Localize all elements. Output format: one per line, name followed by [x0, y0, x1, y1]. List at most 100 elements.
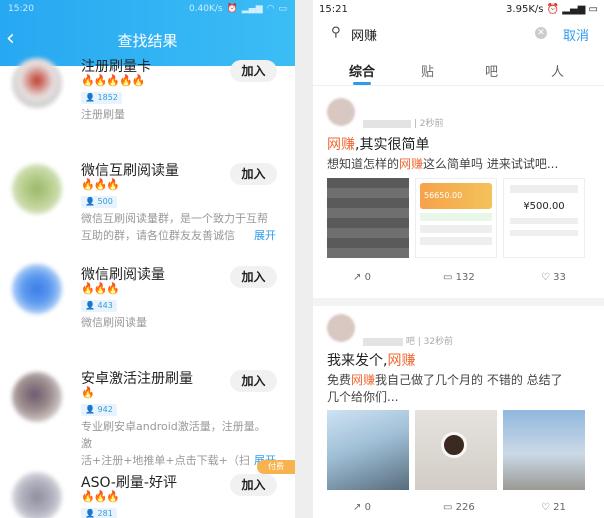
status-bar: 15:20 0.40K/s ⏰ ▂▄▆ ◠ ▭ [0, 0, 295, 18]
post-title[interactable]: 我来发个,网赚 [327, 350, 415, 370]
share-button[interactable]: ↗ 0 [353, 502, 371, 513]
post-meta: 吧 | 32秒前 [363, 334, 453, 347]
join-button[interactable]: 加入 [230, 266, 277, 288]
payment-amount: ¥500.00 [523, 201, 565, 212]
status-time: 15:20 [8, 4, 34, 14]
image-row [510, 230, 578, 236]
comment-button[interactable]: ▭ 132 [443, 272, 475, 283]
join-button[interactable]: 加入 [230, 370, 277, 392]
post-actions: ↗ 0 ▭ 226 ♡ 21 [313, 502, 604, 518]
active-tab-indicator [353, 82, 371, 85]
group-name: 安卓激活注册刷量 [81, 371, 193, 387]
group-item[interactable]: 注册刷量卡 🔥🔥🔥🔥🔥 👤 1852 注册刷量 加入 [0, 56, 295, 136]
tab-forums[interactable]: 吧 [485, 61, 498, 80]
group-desc: 微信互刷阅读量群，是一个致力于互帮 互助的群，请各位群友友善诚信 展开 [81, 210, 276, 244]
cancel-button[interactable]: 取消 [563, 25, 589, 44]
group-name: 注册刷量卡 [81, 59, 151, 75]
network-speed: 0.40K/s [188, 4, 223, 14]
comment-count: 226 [455, 502, 475, 513]
member-count-badge: 👤 281 [81, 508, 117, 518]
screen-divider [295, 0, 313, 518]
alarm-icon: ⏰ [226, 4, 238, 14]
balance-card: 56650.00 [420, 183, 492, 209]
group-avatar [12, 472, 62, 518]
rating-flames: 🔥🔥🔥 [81, 282, 120, 295]
back-icon[interactable]: ‹ [6, 26, 15, 51]
group-desc-line: 互助的群，请各位群友友善诚信 [81, 229, 235, 242]
left-phone-screen: 15:20 0.40K/s ⏰ ▂▄▆ ◠ ▭ ‹ 查找结果 注册刷量卡 🔥🔥🔥… [0, 0, 295, 518]
signal-icon: ▂▄▆ [241, 4, 263, 14]
group-desc-row: 活+注册+地推单+点击下载+（扫 展开 [81, 452, 276, 469]
post-actions: ↗ 0 ▭ 132 ♡ 33 [313, 272, 604, 292]
clear-icon[interactable]: ✕ [535, 27, 547, 39]
right-phone-screen: 15:21 3.95K/s ⏰ ▂▄▆ ▭ ⚲ 网赚 ✕ 取消 综合 贴 吧 人 [313, 0, 604, 518]
post-image-mosaic[interactable] [327, 178, 409, 258]
image-row [420, 225, 492, 233]
post-text: 免费 [327, 373, 352, 387]
signal-icon: ▂▄▆ [562, 3, 586, 15]
member-count: 281 [97, 509, 113, 518]
post-title[interactable]: 网赚,其实很简单 [327, 134, 429, 154]
tab-comprehensive[interactable]: 综合 [349, 61, 375, 80]
post-image-photo[interactable] [503, 410, 585, 490]
group-name: 微信互刷阅读量 [81, 163, 179, 179]
battery-icon: ▭ [278, 4, 287, 14]
group-item[interactable]: ASO-刷量-好评 🔥🔥🔥 👤 281 加入 [0, 472, 295, 518]
post-image-screenshot[interactable]: 56650.00 [415, 178, 497, 258]
member-count-badge: 👤 1852 [81, 92, 122, 104]
member-count-badge: 👤 443 [81, 300, 117, 312]
tab-people[interactable]: 人 [551, 61, 564, 80]
network-speed: 3.95K/s [506, 3, 544, 15]
keyword-highlight: 网赚 [327, 137, 355, 153]
screenshot-root: 15:20 0.40K/s ⏰ ▂▄▆ ◠ ▭ ‹ 查找结果 注册刷量卡 🔥🔥🔥… [0, 0, 604, 518]
post-title-text: 我来发个, [327, 353, 388, 369]
comment-button[interactable]: ▭ 226 [443, 502, 475, 513]
member-count: 500 [97, 197, 113, 206]
like-button[interactable]: ♡ 21 [541, 502, 566, 513]
group-desc-row: 互助的群，请各位群友友善诚信 展开 [81, 227, 276, 244]
search-input[interactable]: 网赚 [351, 25, 377, 44]
like-count: 33 [553, 272, 566, 283]
member-count: 942 [97, 405, 113, 414]
like-icon: ♡ [541, 502, 550, 513]
post-item[interactable]: | 2秒前 网赚,其实很简单 想知道怎样的网赚这么简单吗 进来试试吧... 56… [313, 92, 604, 300]
join-button[interactable]: 加入 [230, 163, 277, 185]
image-row [510, 185, 578, 193]
group-name: ASO-刷量-好评 [81, 475, 177, 491]
share-count: 0 [364, 272, 371, 283]
tab-posts[interactable]: 贴 [421, 61, 434, 80]
post-image-screenshot[interactable]: ¥500.00 [503, 178, 585, 258]
post-excerpt: 想知道怎样的网赚这么简单吗 进来试试吧... [327, 156, 587, 173]
group-item[interactable]: 微信互刷阅读量 🔥🔥🔥 👤 500 微信互刷阅读量群，是一个致力于互帮 互助的群… [0, 160, 295, 250]
share-icon: ↗ [353, 502, 362, 513]
status-icons: 3.95K/s ⏰ ▂▄▆ ▭ [506, 4, 598, 15]
post-time: | 2秒前 [413, 119, 444, 129]
expand-link[interactable]: 展开 [254, 227, 276, 244]
user-avatar [327, 314, 355, 342]
keyword-highlight: 网赚 [351, 373, 376, 387]
tab-bar: 综合 贴 吧 人 [313, 50, 604, 86]
group-avatar [12, 164, 62, 214]
battery-icon: ▭ [588, 3, 598, 15]
member-count-badge: 👤 500 [81, 196, 117, 208]
image-row [510, 218, 578, 224]
post-image-photo[interactable] [415, 410, 497, 490]
wifi-icon: ◠ [266, 4, 275, 14]
member-count-badge: 👤 942 [81, 404, 117, 416]
join-button[interactable]: 加入 [230, 474, 277, 496]
status-bar: 15:21 3.95K/s ⏰ ▂▄▆ ▭ [313, 0, 604, 18]
group-item[interactable]: 微信刷阅读量 🔥🔥🔥 👤 443 微信刷阅读量 加入 [0, 264, 295, 344]
share-button[interactable]: ↗ 0 [353, 272, 371, 283]
group-avatar [12, 264, 62, 314]
status-icons: 0.40K/s ⏰ ▂▄▆ ◠ ▭ [189, 4, 287, 14]
like-button[interactable]: ♡ 33 [541, 272, 566, 283]
user-avatar [327, 98, 355, 126]
group-desc: 注册刷量 [81, 108, 125, 121]
post-item[interactable]: 吧 | 32秒前 我来发个,网赚 免费网赚我自己做了几个月的 不错的 总结了 几… [313, 308, 604, 518]
coffee-cup-icon [441, 432, 467, 458]
join-button[interactable]: 加入 [230, 60, 277, 82]
like-icon: ♡ [541, 272, 550, 283]
post-image-photo[interactable] [327, 410, 409, 490]
group-item[interactable]: 安卓激活注册刷量 🔥 👤 942 专业刷安卓android激活量，注册量。激 活… [0, 368, 295, 467]
keyword-highlight: 网赚 [387, 353, 416, 369]
